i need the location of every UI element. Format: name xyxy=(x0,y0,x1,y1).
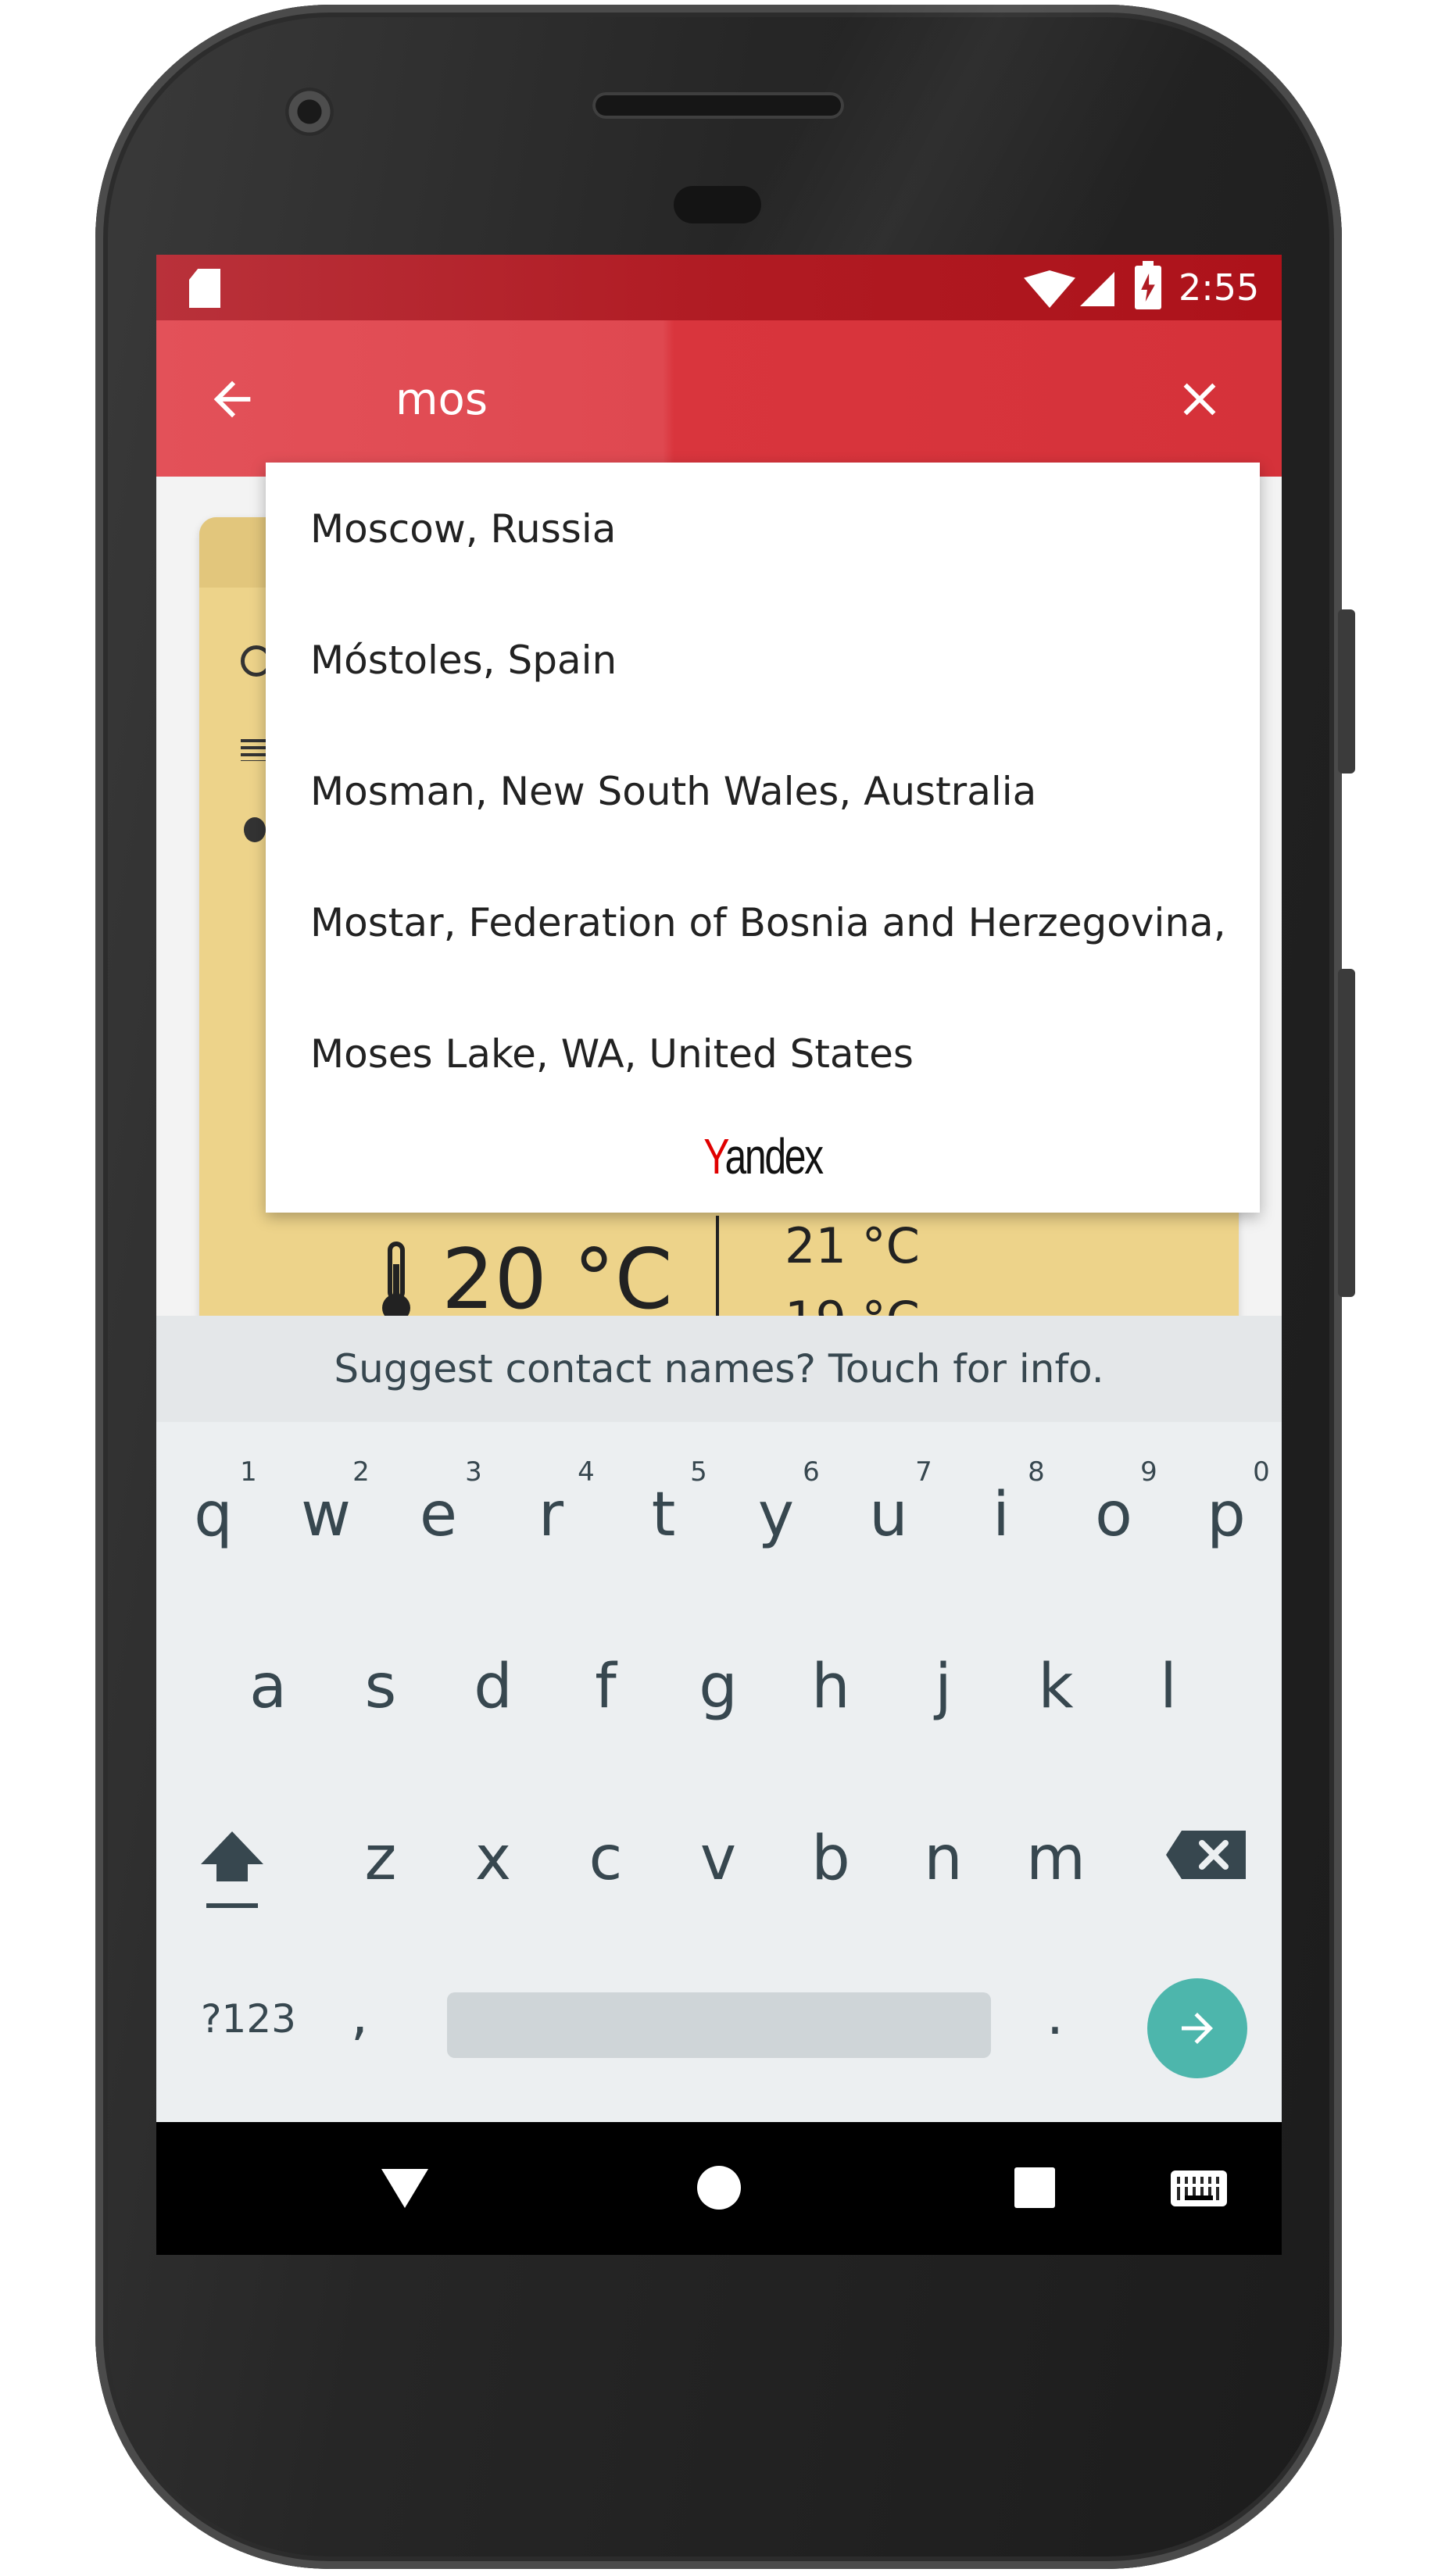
key-z[interactable]: z xyxy=(338,1824,424,1894)
thermometer-icon xyxy=(382,1242,410,1322)
key-a[interactable]: a xyxy=(225,1652,311,1722)
key-j[interactable]: j xyxy=(900,1652,986,1722)
backspace-icon[interactable] xyxy=(1164,1827,1250,1882)
suggestion-label: Moscow, Russia xyxy=(310,506,617,552)
suggestions-dropdown: Moscow, Russia Móstoles, Spain Mosman, N… xyxy=(266,463,1260,1213)
suggestion-item[interactable]: Moscow, Russia xyxy=(266,463,1260,594)
status-bar: 2:55 xyxy=(156,255,1282,320)
search-input[interactable]: mos xyxy=(395,373,488,427)
current-temperature: 20 °C xyxy=(442,1231,673,1327)
key-o[interactable]: o xyxy=(1071,1480,1157,1550)
wind-icon xyxy=(241,739,269,761)
suggestion-item[interactable]: Mosman, New South Wales, Australia xyxy=(266,725,1260,856)
key-q[interactable]: q xyxy=(170,1480,256,1550)
earpiece-speaker xyxy=(592,92,844,119)
key-i[interactable]: i xyxy=(958,1480,1044,1550)
period-key[interactable]: . xyxy=(1032,1980,1078,2050)
key-d[interactable]: d xyxy=(450,1652,536,1722)
key-t[interactable]: t xyxy=(621,1480,706,1550)
keyboard-icon[interactable] xyxy=(1171,2170,1227,2206)
navigation-bar xyxy=(156,2122,1282,2255)
key-r[interactable]: r xyxy=(508,1480,594,1550)
high-temperature: 21 °C xyxy=(785,1217,920,1274)
back-triangle-icon[interactable] xyxy=(381,2169,428,2208)
keyboard-suggestion-strip[interactable]: Suggest contact names? Touch for info. xyxy=(156,1316,1282,1422)
volume-button xyxy=(1338,969,1355,1297)
key-w[interactable]: w xyxy=(283,1480,369,1550)
key-s[interactable]: s xyxy=(338,1652,424,1722)
recents-square-icon[interactable] xyxy=(1014,2167,1055,2208)
suggestion-item[interactable]: Móstoles, Spain xyxy=(266,594,1260,725)
yandex-logo: Yandex xyxy=(703,1128,824,1184)
suggestion-label: Mostar, Federation of Bosnia and Herzego… xyxy=(310,900,1226,945)
key-u[interactable]: u xyxy=(846,1480,932,1550)
arrow-back-icon[interactable] xyxy=(205,372,259,427)
power-button xyxy=(1338,609,1355,774)
key-k[interactable]: k xyxy=(1013,1652,1099,1722)
search-toolbar: mos xyxy=(156,320,1282,477)
screen: 2:55 mos 20 °C 21 °C 19 °C Moscow, Russi… xyxy=(156,255,1282,2255)
key-y[interactable]: y xyxy=(733,1480,819,1550)
suggestion-strip-text: Suggest contact names? Touch for info. xyxy=(334,1346,1104,1392)
suggestion-label: Moses Lake, WA, United States xyxy=(310,1031,914,1077)
close-icon[interactable] xyxy=(1172,372,1227,427)
key-e[interactable]: e xyxy=(395,1480,481,1550)
key-f[interactable]: f xyxy=(563,1652,649,1722)
home-circle-icon[interactable] xyxy=(697,2166,741,2210)
key-n[interactable]: n xyxy=(900,1824,986,1894)
arrow-forward-icon xyxy=(1182,2013,1213,2044)
key-p[interactable]: p xyxy=(1183,1480,1269,1550)
key-g[interactable]: g xyxy=(675,1652,761,1722)
sd-card-icon xyxy=(189,269,220,308)
key-v[interactable]: v xyxy=(675,1824,761,1894)
suggestion-item[interactable]: Moses Lake, WA, United States xyxy=(266,988,1260,1119)
space-key[interactable] xyxy=(447,1992,991,2058)
key-b[interactable]: b xyxy=(788,1824,874,1894)
soft-keyboard: Suggest contact names? Touch for info. 1… xyxy=(156,1316,1282,2122)
suggestion-item[interactable]: Mostar, Federation of Bosnia and Herzego… xyxy=(266,856,1260,988)
proximity-sensor xyxy=(674,186,761,223)
key-m[interactable]: m xyxy=(1013,1824,1099,1894)
key-l[interactable]: l xyxy=(1125,1652,1211,1722)
symbols-key[interactable]: ?123 xyxy=(170,1995,327,2042)
shift-key-icon[interactable] xyxy=(197,1824,267,1910)
key-h[interactable]: h xyxy=(788,1652,874,1722)
status-time: 2:55 xyxy=(1179,266,1260,309)
key-c[interactable]: c xyxy=(563,1824,649,1894)
suggestion-label: Mosman, New South Wales, Australia xyxy=(310,769,1037,814)
wifi-icon xyxy=(1024,270,1075,308)
enter-key[interactable] xyxy=(1147,1978,1247,2078)
humidity-icon xyxy=(244,817,266,842)
suggestion-label: Móstoles, Spain xyxy=(310,638,617,683)
cell-signal-icon xyxy=(1080,272,1114,306)
key-x[interactable]: x xyxy=(450,1824,536,1894)
comma-key[interactable]: , xyxy=(336,1980,383,2050)
front-camera xyxy=(285,88,334,136)
